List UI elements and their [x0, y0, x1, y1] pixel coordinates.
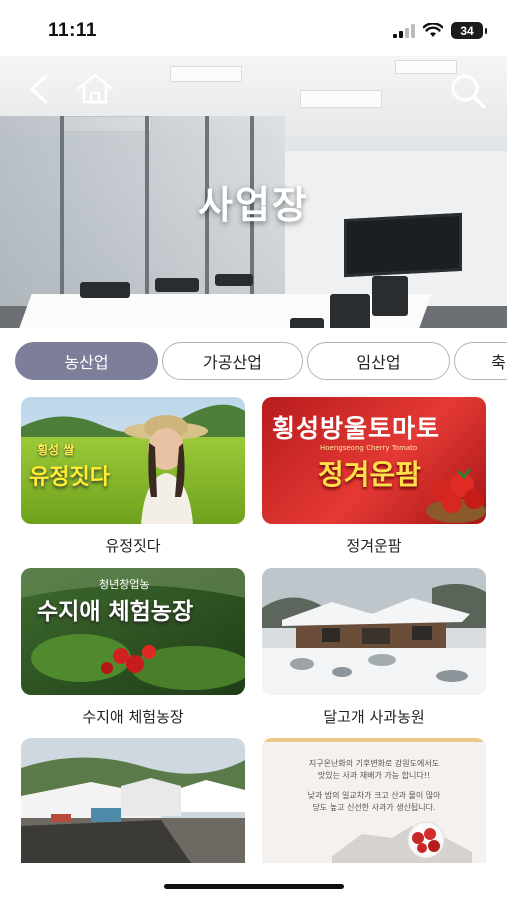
status-time: 11:11 — [48, 20, 97, 41]
farm-card-image[interactable] — [262, 568, 486, 695]
card-info-text: 지구온난화의 기후변화로 강원도에서도 맛있는 사과 재배가 가능 합니다!! — [262, 758, 486, 782]
farm-card-image[interactable] — [21, 738, 245, 863]
card-info-text: 낮과 밤의 일교차가 크고 산과 물이 많아 당도 높고 신선한 사과가 생산됩… — [262, 790, 486, 814]
apple-map-illustration — [332, 821, 472, 863]
card-overlay-title: 횡성방울토마토 — [272, 414, 441, 443]
tab-processing[interactable]: 가공산업 — [162, 342, 303, 380]
farm-card-image[interactable]: 횡성방울토마토 Hoengseong Cherry Tomato 정겨운팜 — [262, 397, 486, 524]
tab-agriculture[interactable]: 농산업 — [15, 342, 158, 380]
card-accent-bar — [262, 738, 486, 742]
farm-card-label[interactable]: 유정짓다 — [21, 535, 245, 556]
hero-banner: 사업장 — [0, 56, 507, 328]
battery-icon: 34 — [451, 22, 487, 39]
hero-chair — [155, 278, 199, 292]
cellular-signal-icon — [393, 23, 415, 38]
tab-label: 임산업 — [356, 353, 401, 372]
card-info-line: 당도 높고 신선한 사과가 생산됩니다. — [312, 803, 436, 812]
ceiling-light — [170, 66, 242, 82]
status-icons: 34 — [393, 22, 487, 39]
tab-label: 가공산업 — [203, 353, 262, 372]
snowy-house-photo — [262, 568, 486, 695]
hero-chair — [80, 282, 130, 298]
status-bar: 11:11 34 — [0, 0, 507, 56]
card-overlay-brand: 정겨운팜 — [318, 458, 422, 491]
hero-title: 사업장 — [198, 183, 309, 227]
battery-level: 34 — [460, 23, 474, 38]
wifi-icon — [423, 23, 443, 37]
card-overlay-title: 유정짓다 — [29, 465, 110, 490]
card-overlay-subtitle: 횡성 쌀 — [37, 443, 75, 457]
search-icon[interactable] — [448, 72, 488, 110]
card-info-line: 낮과 밤의 일교차가 크고 산과 물이 많아 — [307, 791, 441, 800]
home-indicator[interactable] — [164, 884, 344, 889]
hero-chair — [215, 274, 253, 286]
greenhouse-nursery-photo — [21, 738, 245, 863]
tab-livestock[interactable]: 축 — [454, 342, 507, 380]
tomato-basket-image — [426, 468, 486, 523]
hero-chair — [330, 294, 370, 328]
card-overlay-subtitle: 청년창업농 — [99, 578, 150, 591]
farm-card-image[interactable]: 횡성 쌀 유정짓다 — [21, 397, 245, 524]
hero-chair — [290, 318, 324, 328]
home-icon[interactable] — [76, 72, 114, 104]
farm-card-image[interactable]: 지구온난화의 기후변화로 강원도에서도 맛있는 사과 재배가 가능 합니다!! … — [262, 738, 486, 863]
farm-card-label[interactable]: 수지애 체험농장 — [21, 706, 245, 727]
tab-forestry[interactable]: 임산업 — [307, 342, 450, 380]
tab-label: 농산업 — [64, 353, 109, 372]
back-arrow-icon[interactable] — [28, 74, 50, 104]
tab-label: 축 — [491, 353, 506, 372]
ceiling-light — [300, 90, 382, 108]
farm-card-label[interactable]: 정겨운팜 — [262, 535, 486, 556]
card-info-line: 지구온난화의 기후변화로 강원도에서도 — [308, 759, 440, 768]
farm-card-label[interactable]: 달고개 사과농원 — [262, 706, 486, 727]
card-overlay-subtitle: Hoengseong Cherry Tomato — [320, 444, 418, 452]
card-overlay-title: 수지애 체험농장 — [37, 599, 194, 625]
category-tabs: 농산업 가공산업 임산업 축 — [15, 342, 507, 382]
card-info-line: 맛있는 사과 재배가 가능 합니다!! — [317, 771, 431, 780]
farm-card-image[interactable]: 청년창업농 수지애 체험농장 — [21, 568, 245, 695]
hero-chair — [372, 276, 408, 316]
